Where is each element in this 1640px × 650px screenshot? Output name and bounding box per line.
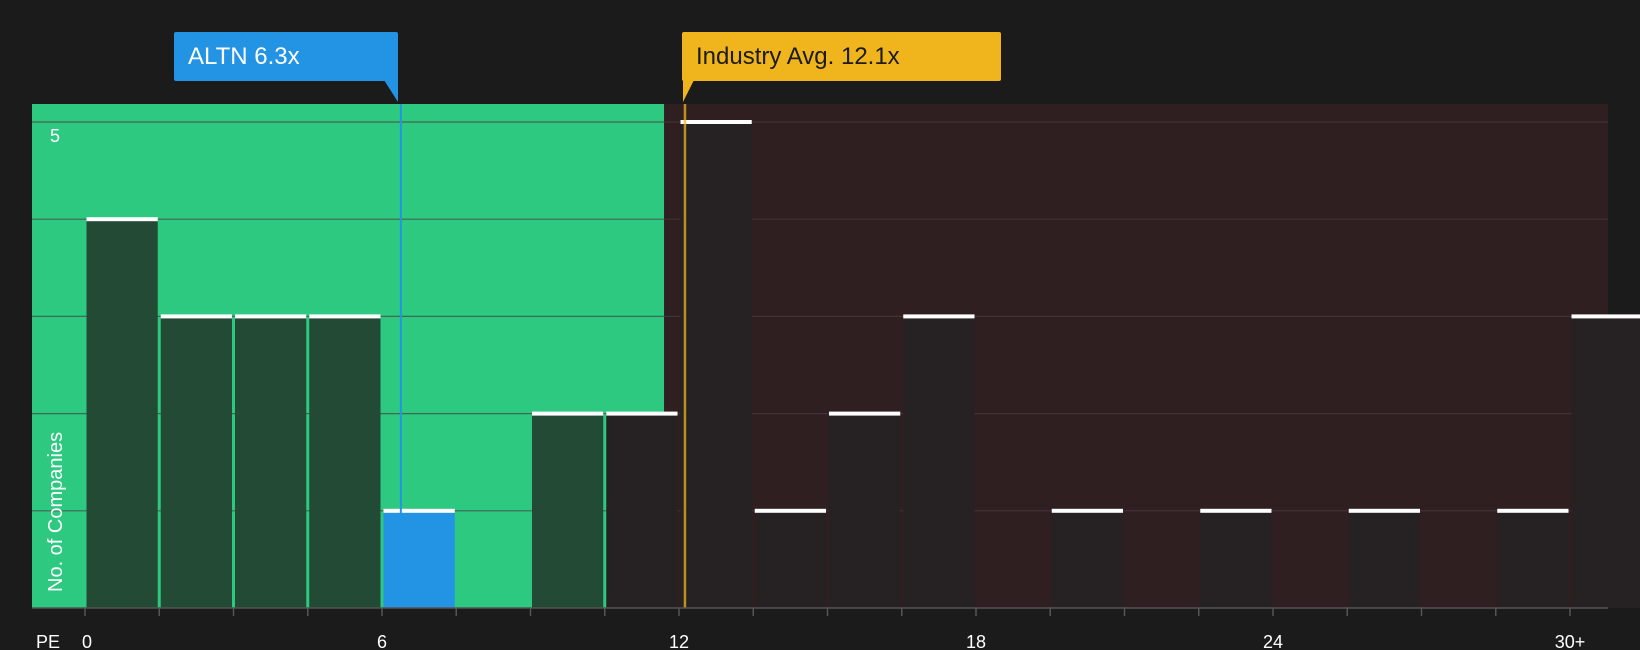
industry-avg-callout-pointer [683, 80, 694, 102]
histogram-bar-8 [680, 122, 752, 608]
histogram-bar-cap-10 [829, 411, 901, 416]
histogram-bar-1 [86, 219, 158, 608]
industry-avg-callout: Industry Avg. 12.1x [682, 32, 1001, 81]
y-tick-label: 5 [50, 126, 60, 146]
x-tick-label: 0 [82, 632, 92, 650]
histogram-bar-cap-8 [680, 120, 752, 124]
histogram-bar-cap-7 [606, 411, 678, 416]
histogram-bar-cap-3 [235, 314, 307, 319]
histogram-bar-7 [606, 413, 678, 608]
x-tick-label: 12 [669, 632, 689, 650]
histogram-bar-2 [160, 316, 232, 608]
histogram-bar-cap-2 [160, 314, 232, 319]
histogram-bar-cap-15 [1497, 508, 1569, 513]
histogram-bar-cap-5 [383, 508, 455, 513]
x-tick-label: 30+ [1555, 632, 1586, 650]
y-axis-label: No. of Companies [45, 432, 67, 592]
histogram-bar-4 [309, 316, 381, 608]
altn-pe-callout: ALTN 6.3x [174, 32, 398, 81]
histogram-bar-cap-14 [1348, 508, 1420, 513]
histogram-bar-cap-16 [1571, 314, 1640, 319]
histogram-bar-16 [1571, 316, 1640, 608]
histogram-bar-cap-4 [309, 314, 381, 319]
histogram-bar-cap-13 [1200, 508, 1272, 513]
x-axis-label: PE [36, 632, 60, 650]
histogram-bar-9 [754, 510, 826, 608]
histogram-bar-14 [1348, 510, 1420, 608]
histogram-bar-cap-12 [1051, 508, 1123, 513]
altn-callout-pointer [384, 80, 398, 102]
pe-distribution-chart: 0 6 12 18 24 30+ PE 5 No. of Companies [32, 104, 1640, 650]
x-tick-label: 6 [377, 632, 387, 650]
histogram-bar-15 [1497, 510, 1569, 608]
histogram-bar-cap-11 [903, 314, 975, 319]
histogram-bar-3 [235, 316, 307, 608]
histogram-bar-5 [383, 510, 455, 608]
histogram-bar-10 [829, 413, 901, 608]
histogram-bar-11 [903, 316, 975, 608]
histogram-bar-cap-9 [754, 508, 826, 513]
histogram-bar-cap-1 [86, 217, 158, 222]
x-tick-label: 24 [1263, 632, 1283, 650]
histogram-bar-6 [532, 413, 604, 608]
x-tick-label: 18 [966, 632, 986, 650]
histogram-bar-cap-6 [532, 411, 604, 416]
histogram-bar-12 [1051, 510, 1123, 608]
histogram-bar-13 [1200, 510, 1272, 608]
